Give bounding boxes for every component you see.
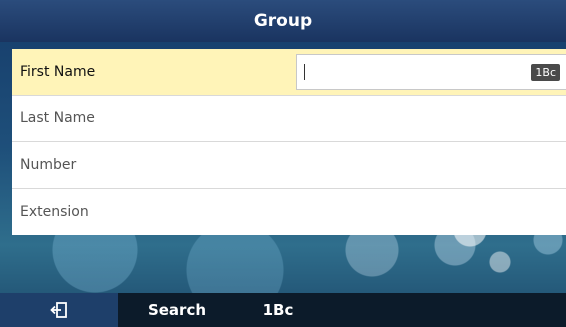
extension-row[interactable]: Extension — [12, 189, 566, 236]
text-caret — [304, 64, 305, 80]
back-softkey[interactable] — [0, 293, 118, 327]
number-label: Number — [20, 156, 77, 173]
search-softkey[interactable]: Search — [118, 293, 236, 327]
softkey-bar: Search 1Bc — [0, 293, 566, 327]
last-name-label: Last Name — [20, 110, 95, 127]
first-name-row[interactable]: First Name 1Bc — [12, 49, 566, 96]
empty-softkey — [320, 293, 566, 327]
first-name-label: First Name — [20, 63, 96, 80]
extension-label: Extension — [20, 203, 89, 220]
input-mode-badge: 1Bc — [531, 64, 560, 81]
page-title: Group — [253, 11, 313, 31]
first-name-input[interactable]: 1Bc — [296, 54, 566, 90]
contact-form: First Name 1Bc Last Name Number Extensio… — [12, 49, 566, 235]
input-mode-softkey[interactable]: 1Bc — [236, 293, 320, 327]
title-bar: Group — [0, 0, 566, 42]
back-icon — [50, 302, 67, 318]
last-name-row[interactable]: Last Name — [12, 96, 566, 142]
number-row[interactable]: Number — [12, 142, 566, 189]
